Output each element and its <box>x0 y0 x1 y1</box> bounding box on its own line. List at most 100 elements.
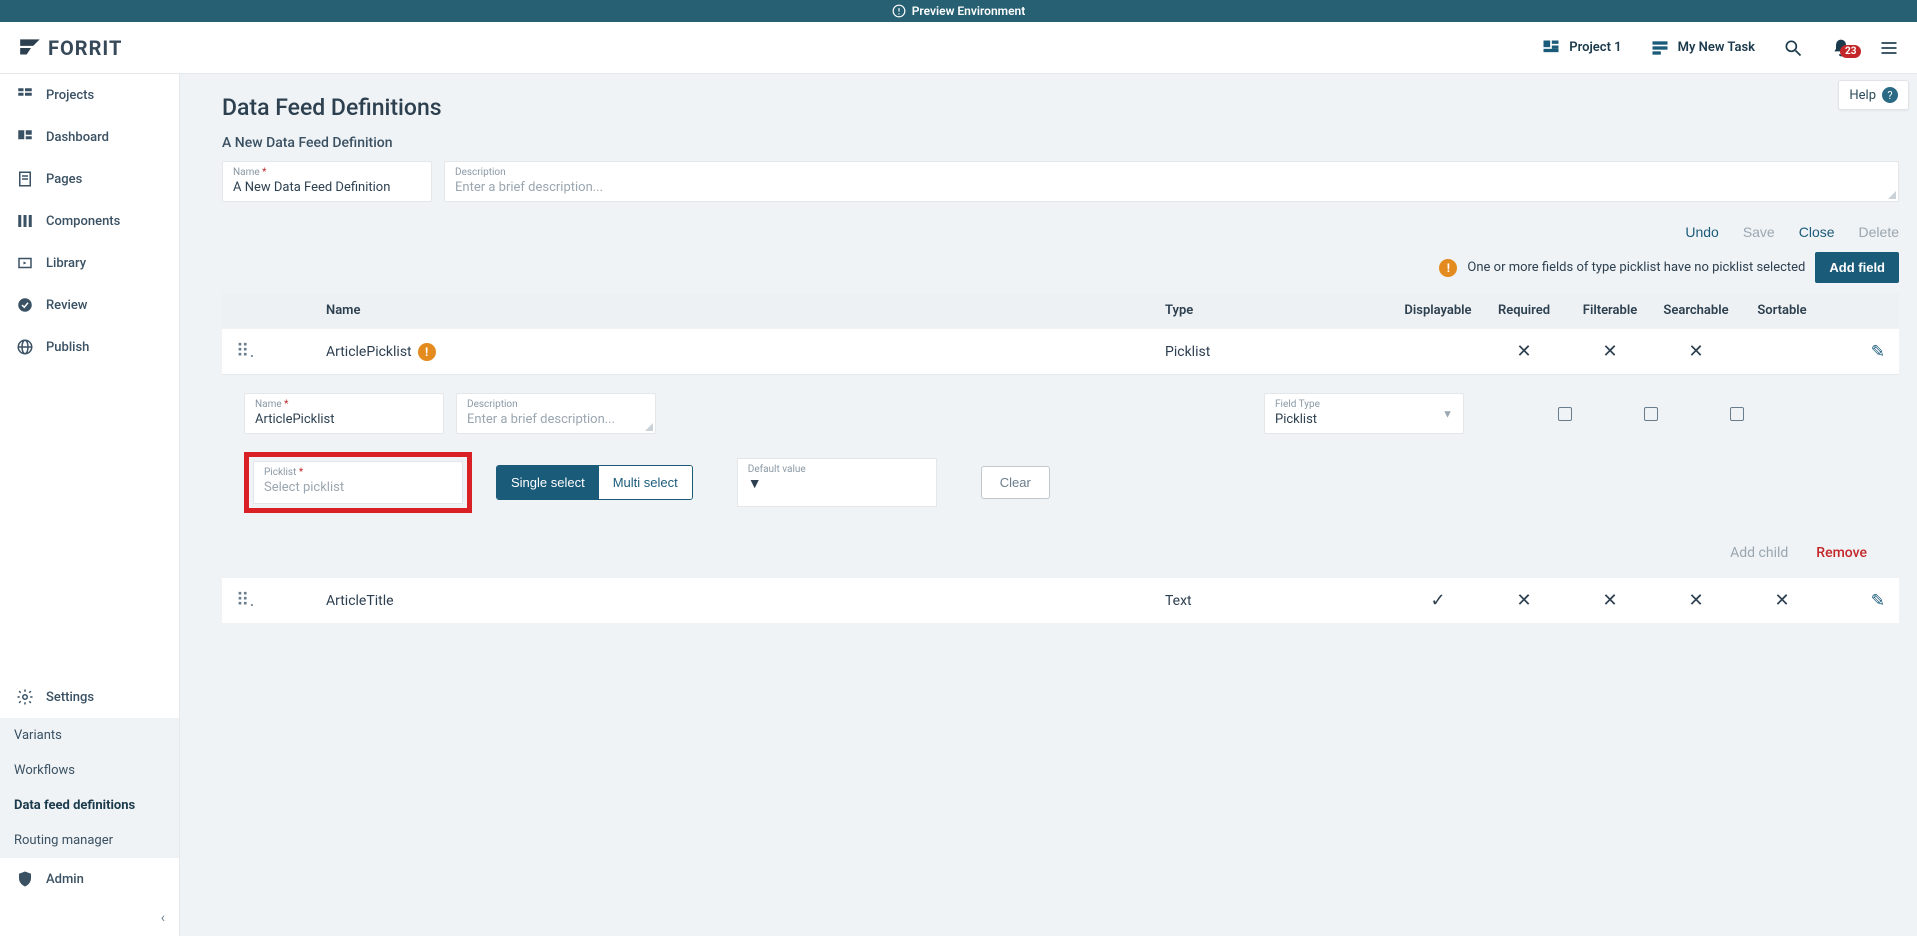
check-icon: ✓ <box>1430 590 1445 611</box>
library-icon <box>16 254 34 272</box>
sidebar-collapse-button[interactable]: ‹ <box>0 900 179 936</box>
gear-icon <box>16 688 34 706</box>
searchable-checkbox[interactable] <box>1730 407 1744 421</box>
sidebar-item-dashboard[interactable]: Dashboard <box>0 116 179 158</box>
col-required: Required <box>1481 303 1567 318</box>
undo-button[interactable]: Undo <box>1685 224 1718 240</box>
table-row: ⠿ . ArticleTitle Text ✓ ✕ ✕ ✕ ✕ ✎ <box>222 577 1899 623</box>
definition-name-field[interactable]: Name * A New Data Feed Definition <box>222 161 432 202</box>
cross-icon: ✕ <box>1516 341 1531 362</box>
sidebar-item-settings[interactable]: Settings <box>0 676 179 718</box>
resize-handle-icon[interactable] <box>1886 189 1896 199</box>
preview-label: Preview Environment <box>912 4 1026 18</box>
col-sortable: Sortable <box>1739 303 1825 318</box>
clear-button[interactable]: Clear <box>981 466 1050 499</box>
required-checkbox[interactable] <box>1558 407 1572 421</box>
components-icon <box>16 212 34 230</box>
definition-description-placeholder: Enter a brief description... <box>455 178 1888 195</box>
warning-icon: ! <box>1439 259 1457 277</box>
project-switcher[interactable]: Project 1 <box>1541 38 1621 58</box>
editor-fieldtype-select[interactable]: Field Type Picklist ▼ <box>1264 393 1464 434</box>
hamburger-menu[interactable] <box>1879 38 1899 58</box>
editor-picklist-select[interactable]: Picklist * Select picklist <box>253 461 463 504</box>
edit-icon[interactable]: ✎ <box>1871 342 1885 362</box>
review-icon <box>16 296 34 314</box>
field-editor: Name * ArticlePicklist Description Enter… <box>222 374 1899 577</box>
field-type: Picklist <box>1165 344 1395 360</box>
cross-icon: ✕ <box>1602 341 1617 362</box>
notifications-button[interactable]: 23 <box>1831 38 1851 58</box>
sidebar-sub-data-feed-definitions[interactable]: Data feed definitions <box>0 788 179 823</box>
add-child-button[interactable]: Add child <box>1730 545 1788 561</box>
remove-button[interactable]: Remove <box>1816 545 1867 561</box>
add-field-button[interactable]: Add field <box>1815 252 1899 283</box>
warning-text: One or more fields of type picklist have… <box>1467 260 1805 275</box>
definition-description-field[interactable]: Description Enter a brief description... <box>444 161 1899 202</box>
forrit-logo-icon <box>18 35 44 61</box>
app-header: FORRIT Project 1 My New Task 23 <box>0 22 1917 74</box>
notification-count: 23 <box>1840 45 1861 58</box>
picklist-field-highlight: Picklist * Select picklist <box>244 452 472 513</box>
sidebar: Projects Dashboard Pages Components Libr… <box>0 74 180 936</box>
sidebar-item-pages[interactable]: Pages <box>0 158 179 200</box>
sidebar-sub-routing-manager[interactable]: Routing manager <box>0 823 179 858</box>
delete-button[interactable]: Delete <box>1859 224 1899 240</box>
warning-row: ! One or more fields of type picklist ha… <box>222 246 1917 293</box>
task-switcher[interactable]: My New Task <box>1650 38 1755 58</box>
chevron-down-icon: ▼ <box>1442 407 1453 420</box>
cross-icon: ✕ <box>1688 590 1703 611</box>
field-name: ArticleTitle <box>326 593 1165 609</box>
col-displayable: Displayable <box>1395 303 1481 318</box>
col-name: Name <box>326 303 1165 318</box>
col-type: Type <box>1165 303 1395 318</box>
save-button[interactable]: Save <box>1743 224 1775 240</box>
field-type: Text <box>1165 593 1395 609</box>
sidebar-sub-variants[interactable]: Variants <box>0 718 179 753</box>
col-searchable: Searchable <box>1653 303 1739 318</box>
editor-name-field[interactable]: Name * ArticlePicklist <box>244 393 444 434</box>
help-button[interactable]: Help ? <box>1838 80 1909 110</box>
sidebar-item-publish[interactable]: Publish <box>0 326 179 368</box>
filterable-checkbox[interactable] <box>1644 407 1658 421</box>
sidebar-sub-workflows[interactable]: Workflows <box>0 753 179 788</box>
project-name: Project 1 <box>1569 40 1621 55</box>
search-button[interactable] <box>1783 38 1803 58</box>
drag-handle-icon[interactable]: ⠿ . <box>236 590 252 611</box>
search-icon <box>1783 38 1803 58</box>
single-select-button[interactable]: Single select <box>497 466 599 499</box>
editor-description-field[interactable]: Description Enter a brief description... <box>456 393 656 434</box>
sidebar-item-components[interactable]: Components <box>0 200 179 242</box>
resize-handle-icon[interactable] <box>643 421 653 431</box>
chevron-down-icon: ▼ <box>748 476 762 492</box>
close-button[interactable]: Close <box>1799 224 1835 240</box>
edit-icon[interactable]: ✎ <box>1871 591 1885 611</box>
preview-environment-bar: Preview Environment <box>0 0 1917 22</box>
brand-logo[interactable]: FORRIT <box>18 35 122 61</box>
page-subtitle: A New Data Feed Definition <box>222 135 1917 151</box>
drag-handle-icon[interactable]: ⠿ . <box>236 341 252 362</box>
main-content: Data Feed Definitions A New Data Feed De… <box>180 74 1917 936</box>
table-row: ⠿ . ArticlePicklist ! Picklist ✕ ✕ ✕ ✎ <box>222 328 1899 374</box>
sidebar-item-library[interactable]: Library <box>0 242 179 284</box>
action-bar: Undo Save Close Delete <box>222 210 1917 246</box>
cross-icon: ✕ <box>1688 341 1703 362</box>
cross-icon: ✕ <box>1516 590 1531 611</box>
help-label: Help <box>1849 88 1876 103</box>
table-header: Name Type Displayable Required Filterabl… <box>222 293 1899 328</box>
sidebar-item-projects[interactable]: Projects <box>0 74 179 116</box>
multi-select-button[interactable]: Multi select <box>599 466 692 499</box>
help-icon: ? <box>1882 87 1898 103</box>
fields-table: Name Type Displayable Required Filterabl… <box>222 293 1899 623</box>
definition-name-value: A New Data Feed Definition <box>233 178 421 195</box>
sidebar-item-admin[interactable]: Admin <box>0 858 179 900</box>
menu-icon <box>1879 38 1899 58</box>
cross-icon: ✕ <box>1602 590 1617 611</box>
field-name: ArticlePicklist <box>326 344 412 360</box>
shield-icon <box>16 870 34 888</box>
projects-icon <box>16 86 34 104</box>
default-value-select[interactable]: Default value ▼ <box>737 458 937 507</box>
publish-icon <box>16 338 34 356</box>
sidebar-item-review[interactable]: Review <box>0 284 179 326</box>
brand-text: FORRIT <box>48 36 122 60</box>
task-icon <box>1650 38 1670 58</box>
